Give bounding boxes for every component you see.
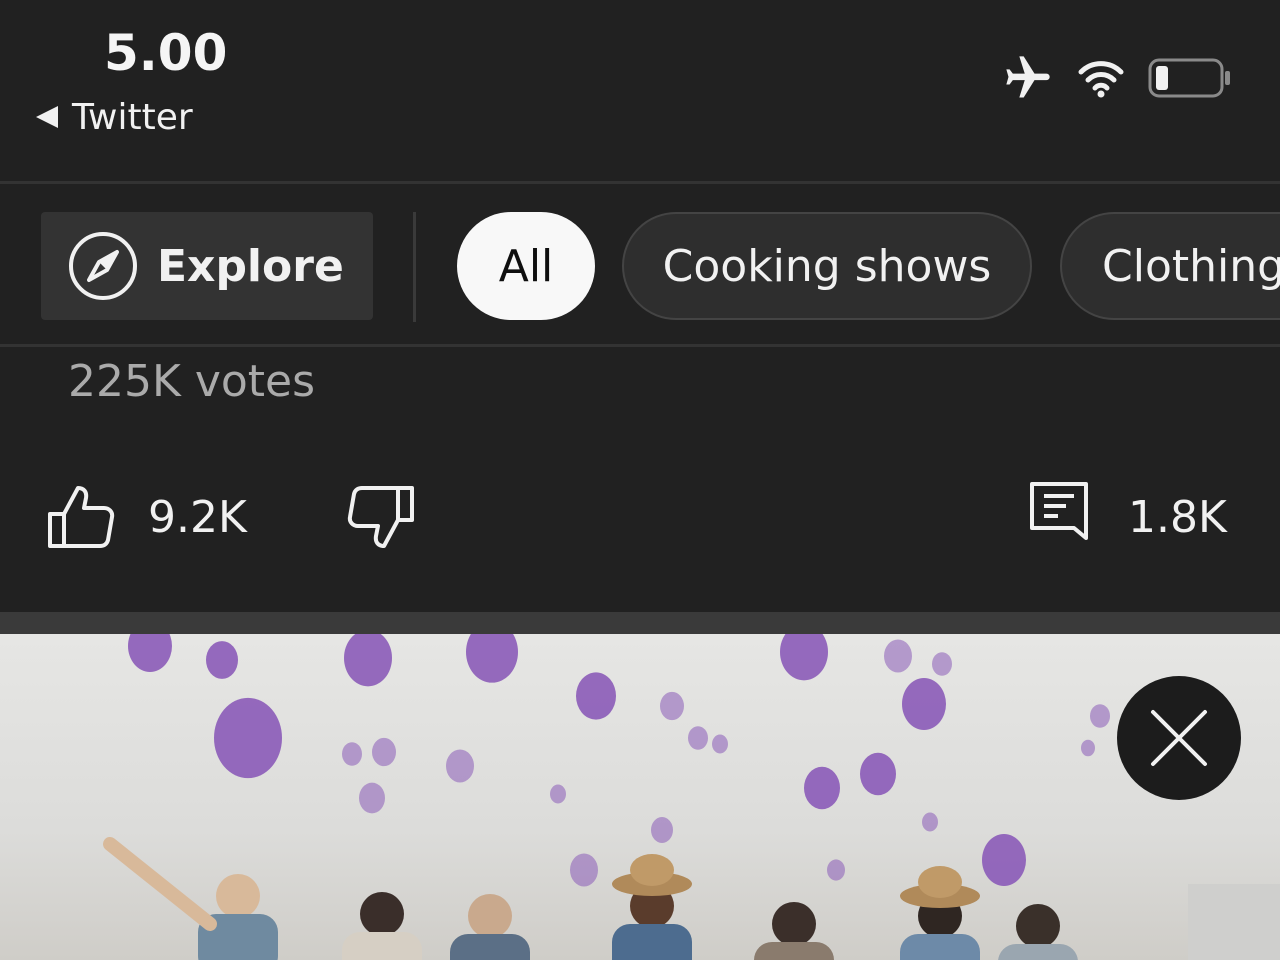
wifi-icon xyxy=(1078,61,1124,98)
explore-label: Explore xyxy=(157,240,344,292)
video-thumbnail-image xyxy=(103,634,1280,960)
back-triangle-icon xyxy=(36,106,58,128)
like-count: 9.2K xyxy=(148,491,247,543)
status-bar: 5.00 Twitter xyxy=(0,0,1280,182)
dislike-button[interactable] xyxy=(346,484,416,554)
back-app-label: Twitter xyxy=(72,96,193,138)
close-player-button[interactable] xyxy=(1117,676,1241,800)
player-top-strip xyxy=(0,612,1280,634)
comment-icon xyxy=(1030,482,1088,540)
status-time: 5.00 xyxy=(104,24,228,82)
category-chip-bar: Explore All Cooking shows Clothing xyxy=(0,184,1280,344)
chip-cooking-shows[interactable]: Cooking shows xyxy=(622,212,1032,320)
explore-button[interactable]: Explore xyxy=(41,212,373,320)
thumbs-down-icon xyxy=(347,486,414,548)
video-preview[interactable] xyxy=(0,634,1280,960)
action-row: 9.2K 1.8K xyxy=(0,470,1280,570)
compass-icon xyxy=(69,232,137,300)
chip-divider xyxy=(0,344,1280,347)
airplane-mode-icon xyxy=(1006,56,1050,98)
back-to-app-link[interactable]: Twitter xyxy=(36,94,193,140)
chip-all[interactable]: All xyxy=(457,212,595,320)
comments-button[interactable]: 1.8K xyxy=(1028,480,1227,554)
comment-count: 1.8K xyxy=(1128,491,1227,543)
thumbs-up-icon xyxy=(48,486,115,548)
chip-separator xyxy=(413,212,416,322)
vote-count: 225K votes xyxy=(68,356,316,407)
chip-clothing[interactable]: Clothing xyxy=(1060,212,1280,320)
close-icon xyxy=(1151,710,1207,766)
battery-icon xyxy=(1148,58,1230,98)
status-icons xyxy=(1002,52,1232,104)
like-button[interactable]: 9.2K xyxy=(46,484,247,550)
